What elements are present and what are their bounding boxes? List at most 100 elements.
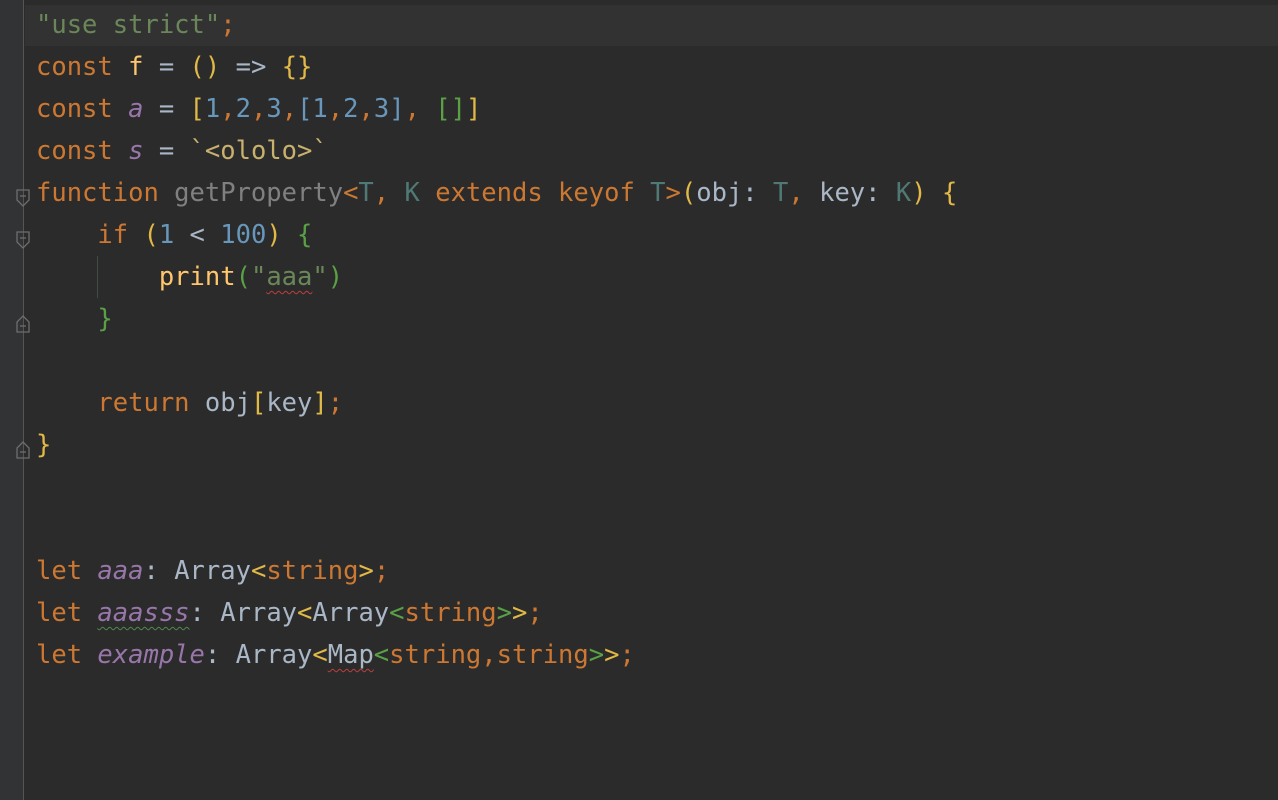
code-token: ]: [389, 94, 405, 124]
code-token: function: [36, 178, 175, 208]
code-token: <: [389, 598, 405, 628]
code-token: (: [143, 220, 159, 250]
code-token: f: [128, 52, 144, 82]
code-token: ;: [619, 640, 635, 670]
fold-close-icon[interactable]: [15, 436, 31, 459]
code-token: =: [143, 136, 190, 166]
code-token: string: [496, 640, 589, 670]
code-token: string: [266, 556, 359, 586]
code-line[interactable]: const a = [1,2,3,[1,2,3], []]: [36, 88, 481, 130]
code-token: ]: [312, 388, 328, 418]
code-token: {: [297, 220, 313, 250]
code-token: const: [36, 52, 129, 82]
fold-open-icon[interactable]: [15, 184, 31, 207]
code-token: >: [588, 640, 605, 670]
code-token: :: [742, 178, 774, 208]
code-token: :: [865, 178, 896, 208]
code-token: ,: [788, 178, 820, 208]
code-token: 1: [158, 220, 175, 250]
code-token: ]: [466, 94, 482, 124]
code-line[interactable]: "use strict";: [36, 4, 236, 46]
code-token: ): [911, 178, 927, 208]
code-line[interactable]: }: [36, 298, 112, 340]
code-token: print: [158, 262, 236, 292]
fold-close-icon[interactable]: [15, 310, 31, 333]
code-token: ;: [327, 388, 344, 418]
code-token: a: [128, 94, 144, 124]
code-token: T: [650, 178, 666, 208]
code-token: 3: [373, 94, 390, 124]
code-token: Array: [174, 556, 251, 586]
code-line[interactable]: }: [36, 424, 51, 466]
fold-open-icon[interactable]: [15, 226, 31, 249]
code-token: :: [204, 640, 236, 670]
editor-gutter[interactable]: [0, 0, 24, 800]
code-token: aaasss: [97, 598, 190, 628]
code-token: =>: [220, 52, 282, 82]
code-token: }: [36, 430, 52, 460]
code-token: >: [512, 598, 528, 628]
code-token: Array: [235, 640, 313, 670]
code-token: [: [297, 94, 313, 124]
code-token: [: [250, 388, 267, 418]
code-token: T: [773, 178, 789, 208]
code-token: const: [36, 94, 129, 124]
code-token: s: [128, 136, 144, 166]
code-token: Array: [312, 598, 390, 628]
code-token: 2: [343, 94, 359, 124]
code-line[interactable]: if (1 < 100) {: [36, 214, 312, 256]
code-token: ): [327, 262, 344, 292]
code-token: 100: [220, 220, 267, 250]
code-line[interactable]: const f = () => {}: [36, 46, 312, 88]
code-token: let: [36, 640, 98, 670]
code-token: (): [189, 52, 221, 82]
code-token: >: [665, 178, 681, 208]
code-token: (: [235, 262, 251, 292]
code-token: aaa: [97, 556, 144, 586]
code-token: let: [36, 556, 98, 586]
code-token: const: [36, 136, 129, 166]
code-token: ,: [281, 94, 298, 124]
code-token: =: [143, 52, 190, 82]
code-token: key: [819, 178, 866, 208]
code-token: "use strict": [36, 10, 221, 40]
code-token: ;: [527, 598, 543, 628]
code-token: string: [404, 598, 497, 628]
code-token: ,: [327, 94, 344, 124]
code-line[interactable]: let aaasss: Array<Array<string>>;: [36, 592, 543, 634]
code-line[interactable]: let aaa: Array<string>;: [36, 550, 389, 592]
code-token: 3: [266, 94, 282, 124]
code-token: aaa: [266, 262, 313, 292]
code-token: if: [97, 220, 144, 250]
code-token: 1: [204, 94, 221, 124]
code-token: ,: [358, 94, 374, 124]
code-token: 1: [312, 94, 328, 124]
code-token: `<ololo>`: [189, 136, 328, 166]
code-line[interactable]: let example: Array<Map<string,string>>;: [36, 634, 635, 676]
code-token: <: [297, 598, 313, 628]
code-token: obj: [204, 388, 251, 418]
code-editor[interactable]: "use strict"; const f = () => {} const a =…: [0, 0, 1278, 800]
code-token: key: [266, 388, 313, 418]
code-token: K: [404, 178, 420, 208]
code-line[interactable]: return obj[key];: [36, 382, 343, 424]
code-token: ): [266, 220, 282, 250]
code-line[interactable]: const s = `<ololo>`: [36, 130, 328, 172]
code-token: let: [36, 598, 98, 628]
code-token: obj: [696, 178, 743, 208]
code-line[interactable]: print("aaa"): [36, 256, 343, 298]
code-token: [: [189, 94, 205, 124]
code-token: 2: [235, 94, 251, 124]
code-line[interactable]: function getProperty<T, K extends keyof …: [36, 172, 957, 214]
code-token: Array: [220, 598, 298, 628]
code-token: >: [358, 556, 374, 586]
code-token: example: [97, 640, 205, 670]
code-token: (: [680, 178, 697, 208]
code-token: ": [312, 262, 328, 292]
code-token: K: [895, 178, 912, 208]
code-token: :: [189, 598, 221, 628]
code-token: ;: [373, 556, 390, 586]
code-token: <: [174, 220, 221, 250]
